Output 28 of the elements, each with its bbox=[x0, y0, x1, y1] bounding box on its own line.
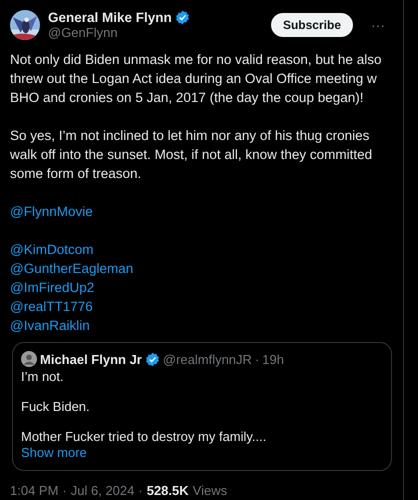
quoted-tweet-time: 19h bbox=[262, 352, 284, 366]
views-label: Views bbox=[192, 483, 228, 498]
quoted-tweet-text: Fuck Biden. bbox=[21, 399, 91, 414]
avatar-icon bbox=[21, 351, 37, 367]
tweet-text: So yes, I’m not inclined to let him nor any of his thug cronies walk off into the sunset. Most, if not all, know they committed some form of treason. bbox=[10, 127, 374, 183]
mention-link[interactable]: @ImFiredUp2 bbox=[10, 278, 94, 297]
more-button[interactable]: ··· bbox=[367, 17, 389, 33]
author-handle[interactable]: @GenFlynn bbox=[48, 25, 263, 40]
mention-link[interactable]: @IvanRaiklin bbox=[10, 316, 90, 335]
views-count: 528.5K bbox=[146, 483, 189, 498]
quoted-author-name[interactable]: Michael Flynn Jr bbox=[40, 352, 142, 366]
author-name[interactable]: General Mike Flynn bbox=[48, 10, 172, 25]
separator-dot: · bbox=[62, 483, 67, 498]
mention-link[interactable]: @KimDotcom bbox=[10, 240, 94, 259]
mention-link[interactable]: @FlynnMovie bbox=[10, 202, 93, 221]
mention-link[interactable]: @realTT1776 bbox=[10, 297, 93, 316]
quoted-tweet-text: I’m not. bbox=[21, 369, 65, 384]
tweet-time[interactable]: 1:04 PM bbox=[10, 483, 58, 498]
show-more-link[interactable]: Show more bbox=[21, 445, 87, 460]
tweet-date[interactable]: Jul 6, 2024 bbox=[70, 483, 134, 498]
quoted-tweet-card[interactable]: Michael Flynn Jr @realmflynnJR · 19h I’m not. Fuck Biden. Mother Fucker tried to destroy my family.... Show more bbox=[12, 342, 392, 471]
separator-dot: · bbox=[138, 483, 143, 498]
subscribe-button[interactable]: Subscribe bbox=[270, 13, 353, 37]
mention-link[interactable]: @GuntherEagleman bbox=[10, 259, 134, 278]
quoted-tweet-text: Mother Fucker tried to destroy my family.... bbox=[21, 429, 268, 444]
separator-dot: · bbox=[254, 352, 260, 366]
quoted-author-handle[interactable]: @realmflynnJR bbox=[162, 352, 252, 366]
tweet-text: Not only did Biden unmask me for no valid reason, but he also threw out the Logan Act idea during an Oval Office meeting w BHO and cronies on 5 Jan, 2017 (the day the coup began)! bbox=[10, 51, 382, 107]
